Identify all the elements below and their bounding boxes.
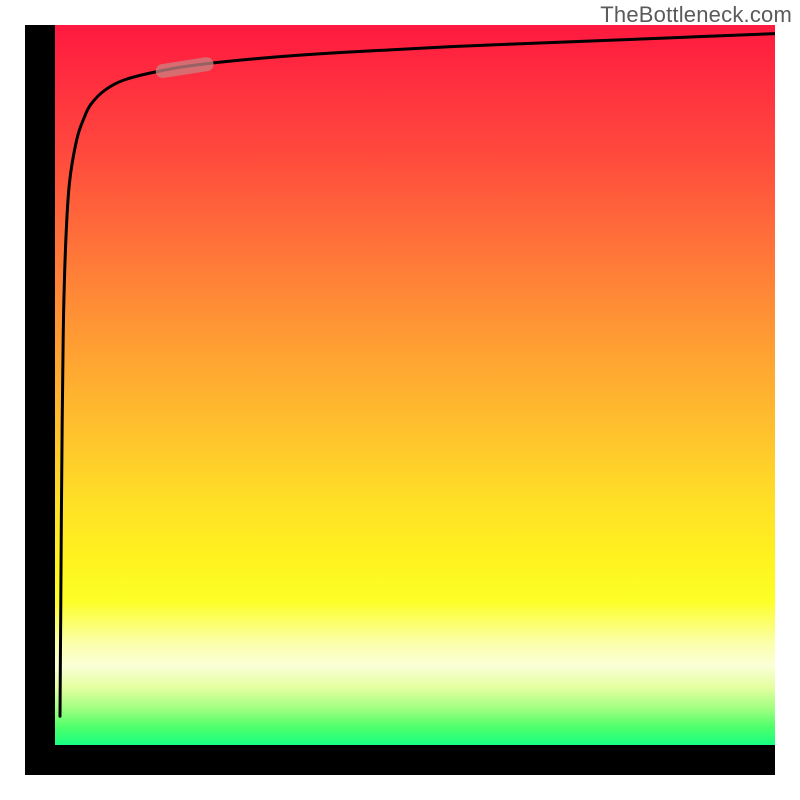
plot-gradient-area <box>55 25 775 745</box>
plot-frame <box>25 25 775 775</box>
chart-container: TheBottleneck.com <box>0 0 800 800</box>
